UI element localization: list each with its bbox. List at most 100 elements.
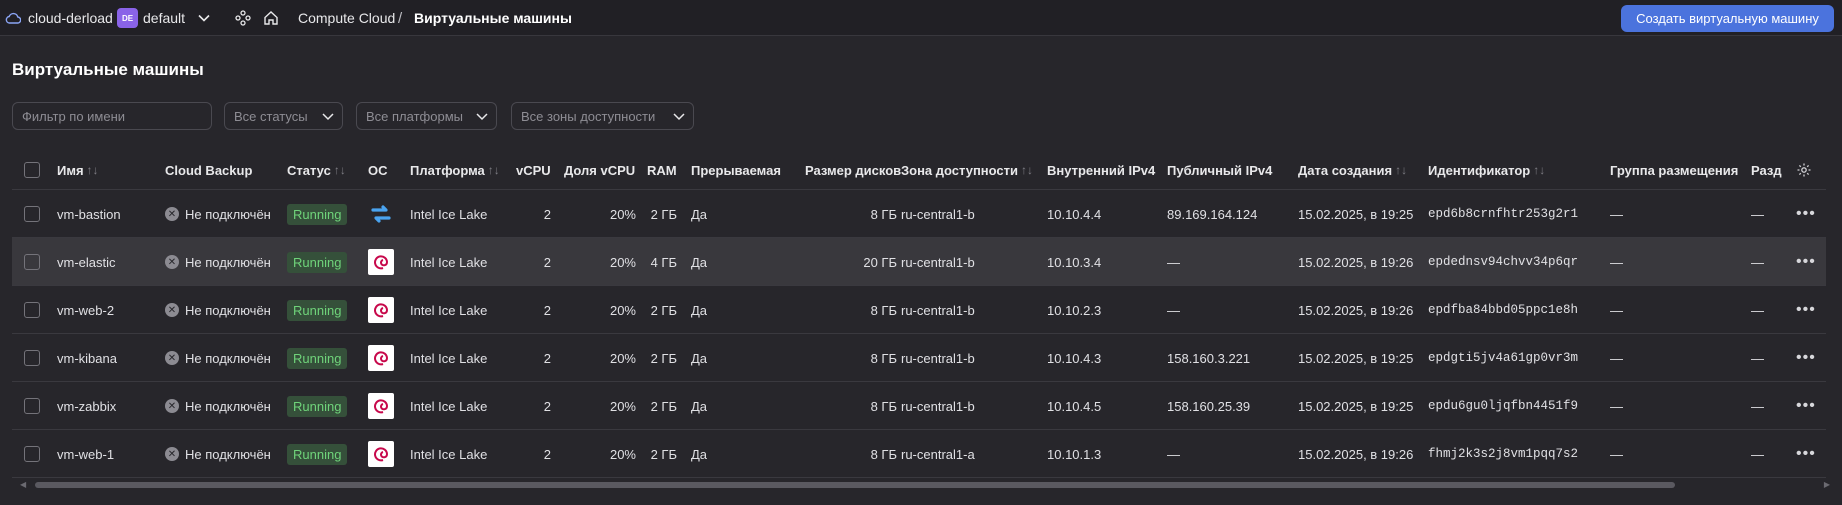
scroll-right-icon[interactable]: ▶ xyxy=(1824,480,1830,489)
backup-status: ✕ Не подключён xyxy=(165,430,271,478)
created-cell: 15.02.2025, в 19:25 xyxy=(1298,206,1414,222)
close-circle-icon: ✕ xyxy=(165,399,179,413)
os-cell xyxy=(368,190,394,238)
vm-id-cell[interactable]: epdgti5jv4a61gp0vr3m xyxy=(1428,334,1578,382)
vm-name-link[interactable]: vm-zabbix xyxy=(57,382,116,430)
disk-size-cell: 8 ГБ xyxy=(870,446,897,462)
divider-cell: — xyxy=(1751,398,1764,414)
table-row[interactable]: vm-elastic ✕ Не подключён Running Intel Ice … xyxy=(12,238,1826,286)
placement-group-cell: — xyxy=(1610,446,1623,462)
divider-cell: — xyxy=(1751,254,1764,270)
name-filter-input[interactable] xyxy=(22,108,202,124)
row-checkbox[interactable] xyxy=(24,382,40,430)
column-platform[interactable]: Платформа ↑↓ xyxy=(410,150,500,190)
column-status[interactable]: Статус ↑↓ xyxy=(287,150,346,190)
vcpu-cell: 2 xyxy=(543,254,551,270)
vcpu-cell: 2 xyxy=(543,350,551,366)
internal-ipv4-cell: 10.10.3.4 xyxy=(1047,254,1102,270)
ram-cell: 2 ГБ xyxy=(650,350,677,366)
chevron-down-icon[interactable] xyxy=(196,0,212,36)
sort-icon: ↑↓ xyxy=(86,163,99,177)
cloud-selector[interactable]: cloud-derload xyxy=(28,0,113,36)
more-actions-icon[interactable]: ••• xyxy=(1796,238,1816,286)
more-actions-icon[interactable]: ••• xyxy=(1796,430,1816,478)
vm-id-cell[interactable]: epdu6gu0ljqfbn4451f9 xyxy=(1428,382,1578,430)
more-actions-icon[interactable]: ••• xyxy=(1796,190,1816,238)
column-id[interactable]: Идентификатор ↑↓ xyxy=(1428,150,1545,190)
vm-id-cell[interactable]: epdednsv94chvv34p6qr xyxy=(1428,238,1578,286)
os-cell xyxy=(368,286,394,334)
ubuntu-icon xyxy=(368,201,394,227)
scroll-left-icon[interactable]: ◀ xyxy=(20,480,26,489)
vm-name-link[interactable]: vm-web-2 xyxy=(57,286,114,334)
preemptible-cell: Да xyxy=(691,206,708,222)
backup-status: ✕ Не подключён xyxy=(165,190,271,238)
row-checkbox[interactable] xyxy=(24,190,40,238)
public-ipv4-cell: — xyxy=(1167,446,1180,462)
column-created[interactable]: Дата создания ↑↓ xyxy=(1298,150,1407,190)
preemptible-cell: Да xyxy=(691,254,708,270)
column-backup: Cloud Backup xyxy=(165,162,253,178)
zone-filter-select[interactable]: Все зоны доступности xyxy=(511,102,694,130)
table-row[interactable]: vm-kibana ✕ Не подключён Running Intel Ice L… xyxy=(12,334,1826,382)
internal-ipv4-cell: 10.10.4.3 xyxy=(1047,350,1102,366)
public-ipv4-cell: 89.169.164.124 xyxy=(1167,206,1258,222)
sort-icon: ↑↓ xyxy=(487,163,500,177)
close-circle-icon: ✕ xyxy=(165,255,179,269)
internal-ipv4-cell: 10.10.4.4 xyxy=(1047,206,1102,222)
disk-size-cell: 20 ГБ xyxy=(863,254,897,270)
backup-status: ✕ Не подключён xyxy=(165,238,271,286)
more-actions-icon[interactable]: ••• xyxy=(1796,334,1816,382)
row-checkbox[interactable] xyxy=(24,430,40,478)
column-name[interactable]: Имя ↑↓ xyxy=(57,150,99,190)
table-row[interactable]: vm-bastion ✕ Не подключён Running Intel Ice … xyxy=(12,190,1826,238)
placement-group-cell: — xyxy=(1610,350,1623,366)
select-all-checkbox[interactable] xyxy=(24,150,40,190)
horizontal-scrollbar[interactable]: ◀ ▶ xyxy=(20,480,1830,490)
status-cell: Running xyxy=(287,190,348,238)
column-os: ОС xyxy=(368,162,388,178)
vm-name-link[interactable]: vm-bastion xyxy=(57,190,121,238)
vm-name-link[interactable]: vm-kibana xyxy=(57,334,117,382)
divider-cell: — xyxy=(1751,350,1764,366)
vm-name-link[interactable]: vm-elastic xyxy=(57,238,116,286)
create-vm-button[interactable]: Создать виртуальную машину xyxy=(1621,5,1834,32)
created-cell: 15.02.2025, в 19:26 xyxy=(1298,254,1414,270)
breadcrumb-current-page: Виртуальные машины xyxy=(414,10,572,26)
table-row[interactable]: vm-web-1 ✕ Не подключён Running Intel Ice La… xyxy=(12,430,1826,478)
scrollbar-thumb[interactable] xyxy=(35,482,1675,488)
sort-icon: ↑↓ xyxy=(1021,163,1034,177)
column-ram: RAM xyxy=(647,162,677,178)
table-row[interactable]: vm-web-2 ✕ Не подключён Running Intel Ice La… xyxy=(12,286,1826,334)
platform-filter-select[interactable]: Все платформы xyxy=(356,102,497,130)
status-badge: Running xyxy=(287,203,348,225)
column-zone[interactable]: Зона доступности ↑↓ xyxy=(901,150,1033,190)
platform-cell: Intel Ice Lake xyxy=(410,398,488,414)
vm-id-cell[interactable]: epd6b8crnfhtr253g2r1 xyxy=(1428,190,1578,238)
table-row[interactable]: vm-zabbix ✕ Не подключён Running Intel Ice L… xyxy=(12,382,1826,430)
row-checkbox[interactable] xyxy=(24,334,40,382)
resource-graph-icon[interactable] xyxy=(234,0,252,36)
name-filter[interactable] xyxy=(12,102,212,130)
disk-size-cell: 8 ГБ xyxy=(870,350,897,366)
more-actions-icon[interactable]: ••• xyxy=(1796,286,1816,334)
preemptible-cell: Да xyxy=(691,350,708,366)
table-settings-icon[interactable] xyxy=(1796,150,1812,190)
status-filter-select[interactable]: Все статусы xyxy=(224,102,343,130)
row-checkbox[interactable] xyxy=(24,238,40,286)
vm-id-cell[interactable]: epdfba84bbd05ppc1e8h xyxy=(1428,286,1578,334)
table-header: Имя ↑↓ Cloud Backup Статус ↑↓ ОС Платформа… xyxy=(12,150,1826,190)
vm-id-cell[interactable]: fhmj2k3s2j8vm1pqq7s2 xyxy=(1428,430,1578,478)
zone-filter-value: Все зоны доступности xyxy=(521,108,656,124)
vm-name-link[interactable]: vm-web-1 xyxy=(57,430,114,478)
zone-cell: ru-central1-a xyxy=(901,446,975,462)
row-checkbox[interactable] xyxy=(24,286,40,334)
home-icon[interactable] xyxy=(262,0,280,36)
close-circle-icon: ✕ xyxy=(165,447,179,461)
debian-icon xyxy=(368,345,394,371)
more-actions-icon[interactable]: ••• xyxy=(1796,382,1816,430)
breadcrumb-service[interactable]: Compute Cloud xyxy=(298,0,395,36)
folder-selector[interactable]: default xyxy=(143,0,185,36)
column-disk-size: Размер дисков xyxy=(805,162,902,178)
debian-icon xyxy=(368,393,394,419)
